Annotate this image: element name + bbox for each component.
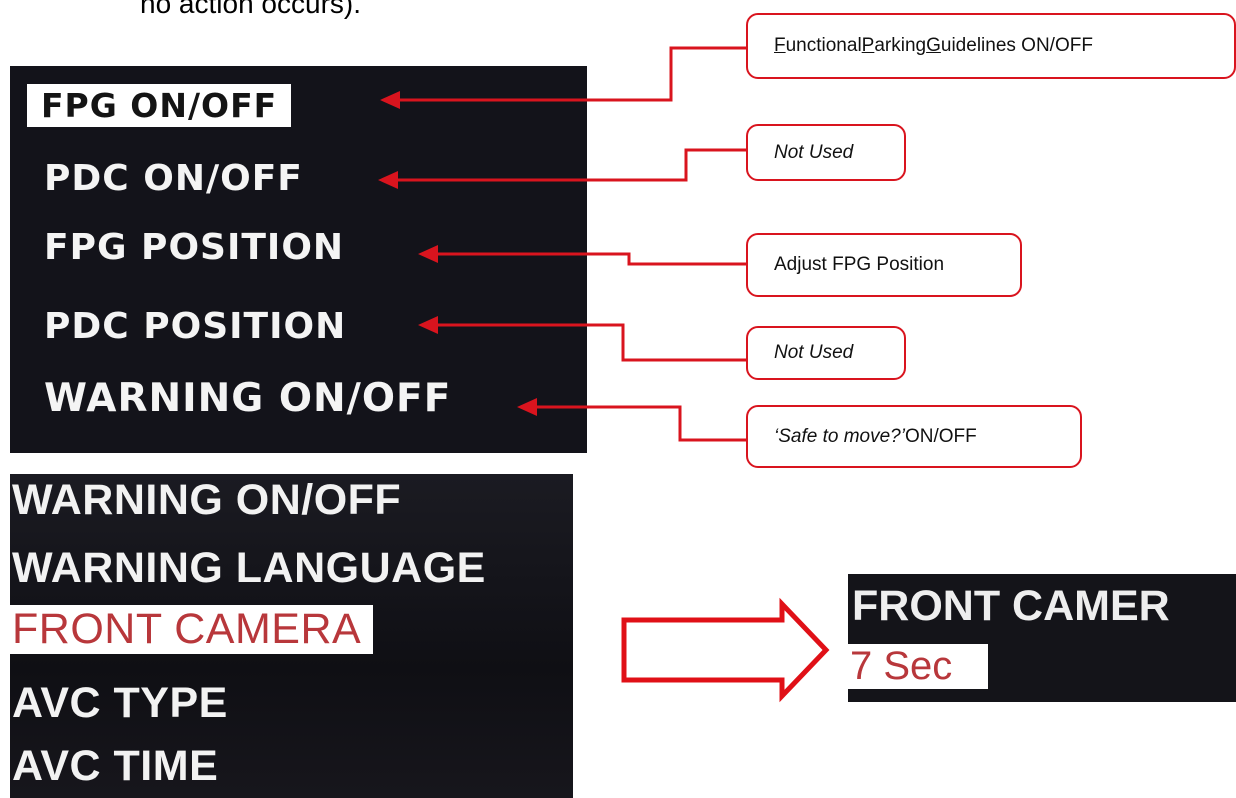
big-right-arrow <box>621 597 830 703</box>
arrowhead-pdc-on-off <box>378 171 398 189</box>
arrowhead-pdc-position <box>418 316 438 334</box>
connector-line-pdc-on-off <box>396 148 746 182</box>
arrowhead-warning <box>517 398 537 416</box>
connector-overlay <box>378 46 830 703</box>
connector-line-fpg-position <box>436 252 746 266</box>
connector-line-fpg-on-off <box>398 46 746 102</box>
connector-line-warning <box>535 405 746 442</box>
arrowhead-fpg-position <box>418 245 438 263</box>
arrowhead-fpg-on-off <box>380 91 400 109</box>
connector-line-pdc-position <box>436 323 746 362</box>
